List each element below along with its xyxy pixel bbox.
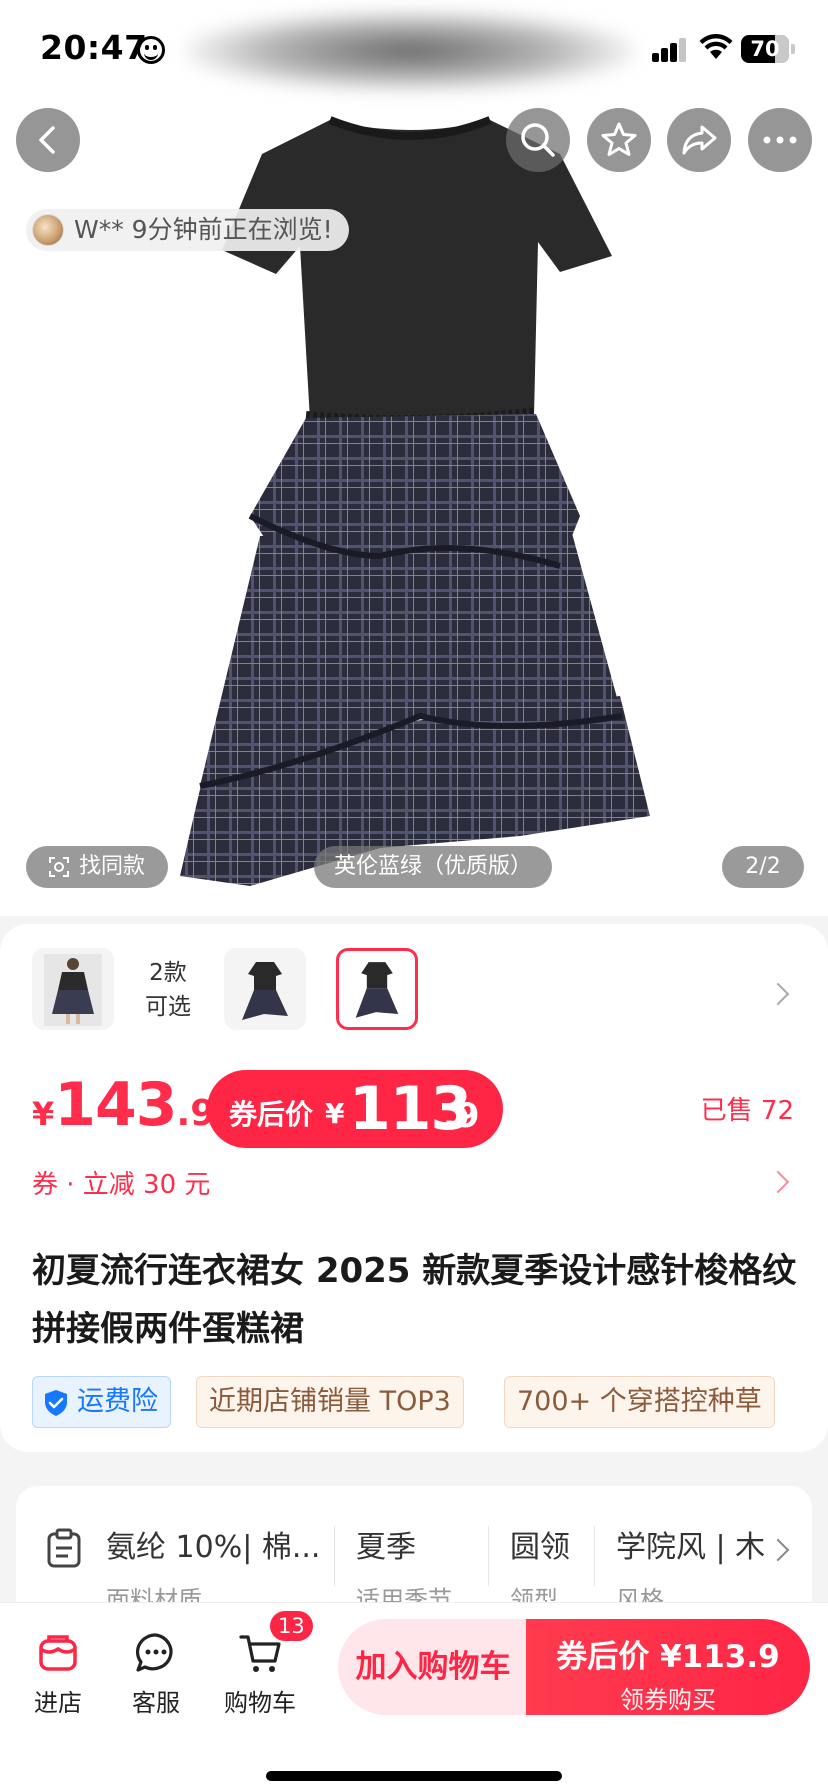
tag-label: 运费险 [77, 1386, 158, 1417]
service-label: 客服 [132, 1689, 180, 1717]
variant-count[interactable]: 2款 可选 [140, 956, 196, 1024]
divider [334, 1526, 335, 1586]
cart-label: 购物车 [224, 1689, 296, 1717]
add-to-cart-button[interactable]: 加入购物车 [338, 1619, 528, 1715]
blurred-region [185, 10, 635, 92]
search-icon [521, 123, 555, 157]
cart-count-badge: 13 [270, 1611, 313, 1641]
chevron-right-icon[interactable] [766, 1170, 790, 1194]
search-button[interactable] [506, 108, 570, 172]
customer-service-button[interactable]: 客服 [116, 1631, 196, 1718]
coupon-discount-link[interactable]: 券 · 立减 30 元 [32, 1164, 210, 1201]
product-info-card: 2款 可选 ¥143.9 券后价 ¥ 113 .9 已售 72 券 · 立减 3… [0, 924, 828, 1452]
find-same-button[interactable]: 找同款 [26, 846, 168, 888]
find-same-label: 找同款 [78, 854, 145, 879]
product-image-gallery[interactable]: W** 9分钟前正在浏览! 找同款 英伦蓝绿（优质版） 2/2 [0, 96, 828, 916]
variant-thumb-model[interactable] [32, 948, 114, 1030]
chat-bubble-icon [136, 1633, 173, 1672]
battery-tip [791, 44, 795, 54]
dress-thumb-icon [242, 962, 288, 1020]
divider [594, 1526, 595, 1586]
status-time: 20:47 [40, 28, 148, 67]
divider [488, 1526, 489, 1586]
price-int: 143 [54, 1070, 177, 1140]
status-bar: 20:47 70 [0, 0, 828, 96]
bottom-action-bar: 进店 客服 购物车 13 加入购物车 券后价 ¥113.9 领券购买 [0, 1602, 828, 1792]
store-button[interactable]: 进店 [18, 1631, 98, 1718]
store-label: 进店 [34, 1689, 82, 1717]
model-photo-icon [44, 954, 102, 1026]
home-indicator [266, 1771, 562, 1781]
browsing-notice: W** 9分钟前正在浏览! [26, 209, 349, 251]
buy-button-label: 领券购买 [620, 1686, 716, 1714]
attribute-value: 氨纶 10%| 棉... [106, 1530, 321, 1565]
attribute-value: 圆领 [510, 1530, 570, 1565]
variant-thumb-2-selected[interactable] [336, 948, 418, 1030]
variant-count-line1: 2款 [149, 960, 187, 986]
back-button[interactable] [16, 108, 80, 172]
star-icon [601, 122, 637, 156]
product-title: 初夏流行连衣裙女 2025 新款夏季设计感针梭格纹拼接假两件蛋糕裙 [32, 1251, 797, 1349]
buy-with-coupon-button[interactable]: 券后价 ¥113.9 领券购买 [526, 1619, 810, 1715]
clipboard-icon [47, 1528, 81, 1568]
buy-button-price: 券后价 ¥113.9 [556, 1639, 780, 1675]
sold-count: 已售 72 [700, 1096, 794, 1126]
variant-thumb-1[interactable] [224, 948, 306, 1030]
dress-thumb-icon [355, 962, 399, 1018]
battery-icon: 70 [741, 35, 789, 63]
chevron-right-icon[interactable] [766, 1538, 790, 1562]
battery-level: 70 [750, 37, 780, 61]
variant-count-line2: 可选 [145, 994, 191, 1020]
more-icon [763, 136, 797, 144]
back-icon [39, 126, 55, 154]
browsing-notice-text: W** 9分钟前正在浏览! [74, 215, 333, 244]
chevron-right-icon[interactable] [766, 982, 790, 1006]
emoji-face-icon [137, 36, 165, 64]
avatar [32, 214, 64, 246]
store-icon [39, 1635, 77, 1671]
share-icon [682, 125, 717, 155]
attribute-value: 夏季 [356, 1530, 416, 1565]
favorite-button[interactable] [587, 108, 651, 172]
shield-icon [45, 1390, 67, 1416]
share-button[interactable] [667, 108, 731, 172]
scan-icon [49, 857, 69, 877]
shipping-insurance-tag[interactable]: 运费险 [32, 1376, 171, 1428]
variant-name-pill[interactable]: 英伦蓝绿（优质版） [314, 846, 552, 888]
coupon-price-dec: .9 [443, 1096, 480, 1136]
original-price: ¥143.9 [32, 1070, 215, 1140]
image-counter: 2/2 [722, 846, 804, 888]
coupon-price-badge: 券后价 ¥ 113 .9 [207, 1070, 503, 1148]
cart-button[interactable]: 购物车 [218, 1631, 302, 1718]
coupon-price-currency: ¥ [325, 1097, 345, 1130]
signal-icon [652, 38, 688, 62]
product-detail-page: 20:47 70 W** 9分钟前正在浏览! 找同款 英伦蓝绿（优质版） 2/2… [0, 0, 828, 1792]
outfit-popularity-tag[interactable]: 700+ 个穿搭控种草 [504, 1376, 775, 1428]
attribute-value: 学院风 | 木 [616, 1530, 766, 1565]
wifi-icon [699, 34, 733, 59]
coupon-price-label: 券后价 [229, 1098, 314, 1131]
store-sales-rank-tag[interactable]: 近期店铺销量 TOP3 [196, 1376, 464, 1428]
more-button[interactable] [748, 108, 812, 172]
price-currency: ¥ [32, 1095, 55, 1133]
